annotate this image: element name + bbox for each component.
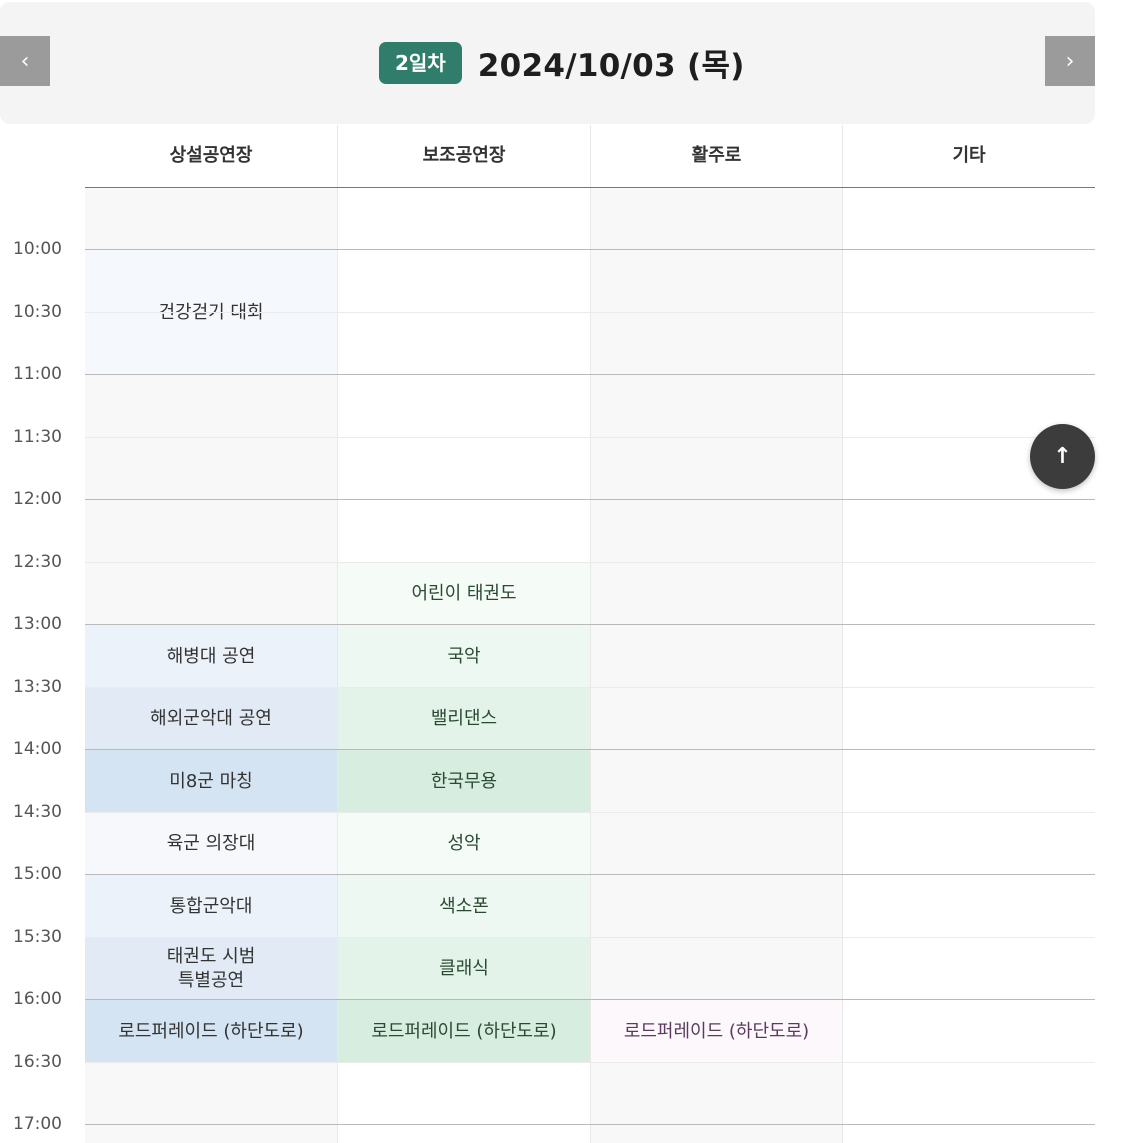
arrow-up-icon: ↑ [1053,444,1072,469]
day-title: 2일차 2024/10/03 (목) [379,40,745,85]
event-block[interactable]: 미8군 마칭 [85,750,337,813]
time-label: 11:30 [13,427,62,447]
event-label: 어린이 태권도 [411,583,517,604]
prev-day-button[interactable]: ‹ [0,36,50,86]
event-label: 미8군 마칭 [169,770,253,792]
hour-line [85,374,1095,375]
event-block[interactable]: 클래식 [338,938,590,1000]
column-divider [842,125,843,1143]
event-label: 로드퍼레이드 (하단도로) [118,1020,304,1042]
event-label: 밸리댄스 [430,708,498,729]
event-block[interactable]: 밸리댄스 [338,688,590,750]
event-label: 한국무용 [430,770,498,792]
event-label: 해병대 공연 [166,645,256,667]
hour-line [85,499,1095,500]
chevron-right-icon: › [1065,48,1075,74]
event-label: 통합군악대 [169,895,253,917]
next-day-button[interactable]: › [1045,36,1095,86]
time-label: 16:30 [13,1052,62,1072]
column-bg-runway [591,125,842,1143]
chevron-left-icon: ‹ [20,48,30,74]
time-label: 16:00 [13,989,62,1009]
header-divider [85,187,1095,188]
half-hour-line [85,312,1095,313]
event-label: 클래식 [439,958,489,979]
time-label: 13:00 [13,614,62,634]
event-block[interactable]: 해병대 공연 [85,625,337,688]
event-label: 로드퍼레이드 (하단도로) [371,1020,557,1042]
event-label: 성악 [447,833,481,854]
half-hour-line [85,687,1095,688]
event-block[interactable]: 한국무용 [338,750,590,813]
event-block[interactable]: 로드퍼레이드 (하단도로) [591,1000,842,1063]
column-header-main-stage: 상설공연장 [85,125,337,187]
time-label: 11:00 [13,364,62,384]
event-block[interactable]: 로드퍼레이드 (하단도로) [85,1000,337,1063]
time-label: 12:00 [13,489,62,509]
half-hour-line [85,562,1095,563]
hour-line [85,749,1095,750]
event-block[interactable]: 로드퍼레이드 (하단도로) [338,1000,590,1063]
event-block[interactable]: 어린이 태권도 [338,563,590,625]
half-hour-line [85,1062,1095,1063]
column-header-sub-stage: 보조공연장 [338,125,590,187]
column-header-other: 기타 [843,125,1095,187]
hour-line [85,874,1095,875]
event-label: 해외군악대 공연 [150,708,272,729]
column-header-runway: 활주로 [591,125,842,187]
event-block[interactable]: 색소폰 [338,875,590,938]
hour-line [85,999,1095,1000]
half-hour-line [85,937,1095,938]
event-block[interactable]: 성악 [338,813,590,875]
event-label: 국악 [447,645,481,667]
half-hour-line [85,437,1095,438]
time-label: 15:30 [13,927,62,947]
day-badge: 2일차 [379,41,462,84]
date-title: 2024/10/03 (목) [477,48,745,84]
time-label: 10:00 [13,239,62,259]
event-block[interactable]: 해외군악대 공연 [85,688,337,750]
hour-line [85,1124,1095,1125]
event-label: 색소폰 [439,895,489,917]
column-bg-other [843,125,1095,1143]
time-label: 12:30 [13,552,62,572]
event-block[interactable]: 국악 [338,625,590,688]
event-block[interactable]: 육군 의장대 [85,813,337,875]
time-label: 14:00 [13,739,62,759]
time-label: 10:30 [13,302,62,322]
event-label: 육군 의장대 [166,833,256,854]
hour-line [85,624,1095,625]
scroll-to-top-button[interactable]: ↑ [1030,424,1095,489]
event-block[interactable]: 통합군악대 [85,875,337,938]
time-label: 14:30 [13,802,62,822]
time-label: 13:30 [13,677,62,697]
event-label: 로드퍼레이드 (하단도로) [623,1020,810,1042]
event-label: 태권도 시범 특별공연 [166,946,256,991]
time-label: 15:00 [13,864,62,884]
event-block[interactable]: 태권도 시범 특별공연 [85,938,337,1000]
hour-line [85,249,1095,250]
time-label: 17:00 [13,1114,62,1134]
half-hour-line [85,812,1095,813]
column-divider [590,125,591,1143]
